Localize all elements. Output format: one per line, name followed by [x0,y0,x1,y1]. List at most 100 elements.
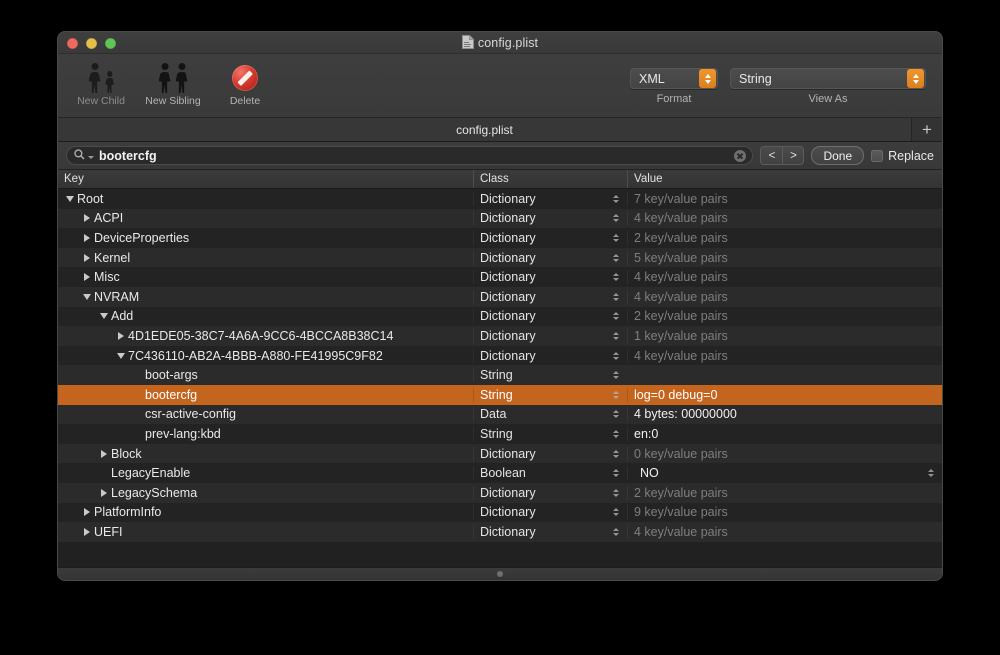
cell-class[interactable]: Dictionary [473,309,627,324]
table-row[interactable]: Misc Dictionary 4 key/value pairs [58,267,942,287]
class-stepper-icon[interactable] [613,488,619,497]
cell-class[interactable]: Dictionary [473,250,627,265]
window-resize-strip[interactable] [58,567,942,580]
cell-class[interactable]: Dictionary [473,328,627,343]
table-row[interactable]: csr-active-config Data 4 bytes: 00000000 [58,404,942,425]
cell-value[interactable]: 4 key/value pairs [627,289,942,304]
cell-value[interactable]: 4 key/value pairs [627,211,942,226]
class-stepper-icon[interactable] [613,351,619,360]
cell-value[interactable]: 4 key/value pairs [627,270,942,285]
clear-circle-icon[interactable] [734,149,747,162]
cell-value[interactable]: 7 key/value pairs [627,191,942,206]
disclosure-triangle-open-icon[interactable] [64,195,75,202]
cell-class[interactable]: Data [473,407,627,422]
disclosure-triangle-closed-icon[interactable] [98,488,109,497]
class-stepper-icon[interactable] [613,292,619,301]
table-row[interactable]: boot-args String [58,365,942,385]
cell-class[interactable]: String [473,387,627,402]
class-stepper-icon[interactable] [613,214,619,223]
cell-value[interactable]: en:0 [627,426,942,441]
table-row[interactable]: bootercfg String log=0 debug=0 [58,384,942,405]
table-row[interactable]: Root Dictionary 7 key/value pairs [58,189,942,209]
class-stepper-icon[interactable] [613,312,619,321]
class-stepper-icon[interactable] [613,253,619,262]
table-row[interactable]: NVRAM Dictionary 4 key/value pairs [58,286,942,307]
new-child-button[interactable]: New Child [66,57,136,107]
search-field[interactable]: bootercfg [66,146,754,165]
table-row[interactable]: Add Dictionary 2 key/value pairs [58,306,942,327]
table-row[interactable]: UEFI Dictionary 4 key/value pairs [58,522,942,542]
done-button[interactable]: Done [811,146,865,165]
class-stepper-icon[interactable] [613,273,619,282]
cell-value[interactable]: 4 bytes: 00000000 [627,407,942,422]
cell-value[interactable]: log=0 debug=0 [627,387,942,402]
class-stepper-icon[interactable] [613,527,619,536]
disclosure-triangle-closed-icon[interactable] [81,273,92,282]
cell-class[interactable]: String [473,426,627,441]
cell-value[interactable]: NO [627,466,942,481]
cell-value[interactable]: 2 key/value pairs [627,485,942,500]
delete-button[interactable]: Delete [210,57,280,107]
cell-value[interactable]: 5 key/value pairs [627,250,942,265]
disclosure-triangle-closed-icon[interactable] [81,253,92,262]
table-row[interactable]: ACPI Dictionary 4 key/value pairs [58,208,942,229]
cell-class[interactable]: String [473,368,627,383]
table-row[interactable]: 7C436110-AB2A-4BBB-A880-FE41995C9F82 Dict… [58,345,942,366]
cell-class[interactable]: Boolean [473,466,627,481]
cell-class[interactable]: Dictionary [473,230,627,245]
plist-tree-table[interactable]: Root Dictionary 7 key/value pairs ACPI Dicti… [58,189,942,551]
class-stepper-icon[interactable] [613,331,619,340]
cell-value[interactable]: 2 key/value pairs [627,230,942,245]
cell-value[interactable]: 2 key/value pairs [627,309,942,324]
class-stepper-icon[interactable] [613,469,619,478]
column-header-key[interactable]: Key [58,170,473,188]
table-row[interactable]: LegacyEnable Boolean NO [58,463,942,483]
value-stepper-icon[interactable] [928,469,934,478]
table-row[interactable]: prev-lang:kbd String en:0 [58,424,942,444]
new-sibling-button[interactable]: New Sibling [138,57,208,107]
disclosure-triangle-closed-icon[interactable] [81,233,92,242]
find-previous-button[interactable]: < [761,147,783,164]
class-stepper-icon[interactable] [613,371,619,380]
cell-class[interactable]: Dictionary [473,191,627,206]
cell-value[interactable]: 4 key/value pairs [627,524,942,539]
disclosure-triangle-closed-icon[interactable] [81,214,92,223]
find-next-button[interactable]: > [782,147,804,164]
cell-class[interactable]: Dictionary [473,524,627,539]
table-row[interactable]: LegacySchema Dictionary 2 key/value pairs [58,482,942,503]
cell-class[interactable]: Dictionary [473,211,627,226]
table-row[interactable]: Block Dictionary 0 key/value pairs [58,443,942,464]
cell-class[interactable]: Dictionary [473,348,627,363]
disclosure-triangle-closed-icon[interactable] [81,527,92,536]
column-header-class[interactable]: Class [473,170,627,188]
disclosure-triangle-closed-icon[interactable] [115,331,126,340]
class-stepper-icon[interactable] [613,390,619,399]
chevron-down-icon[interactable] [88,155,94,159]
table-row[interactable]: 4D1EDE05-38C7-4A6A-9CC6-4BCCA8B38C14 Dict… [58,326,942,346]
table-row[interactable]: DeviceProperties Dictionary 2 key/value pa… [58,228,942,248]
view-as-popup-button[interactable]: String [730,68,926,89]
cell-class[interactable]: Dictionary [473,485,627,500]
format-popup-button[interactable]: XML [630,68,718,89]
cell-class[interactable]: Dictionary [473,270,627,285]
class-stepper-icon[interactable] [613,449,619,458]
resize-grip-dot-icon[interactable] [497,571,503,577]
table-row[interactable]: Kernel Dictionary 5 key/value pairs [58,247,942,268]
table-row[interactable]: PlatformInfo Dictionary 9 key/value pairs [58,502,942,523]
disclosure-triangle-open-icon[interactable] [115,352,126,359]
cell-value[interactable]: 0 key/value pairs [627,446,942,461]
class-stepper-icon[interactable] [613,233,619,242]
class-stepper-icon[interactable] [613,429,619,438]
class-stepper-icon[interactable] [613,508,619,517]
disclosure-triangle-closed-icon[interactable] [81,508,92,517]
column-header-value[interactable]: Value [627,170,942,188]
class-stepper-icon[interactable] [613,410,619,419]
search-input-value[interactable]: bootercfg [99,149,734,163]
cell-class[interactable]: Dictionary [473,289,627,304]
replace-checkbox[interactable]: Replace [871,149,934,163]
disclosure-triangle-closed-icon[interactable] [98,449,109,458]
class-stepper-icon[interactable] [613,194,619,203]
cell-value[interactable]: 9 key/value pairs [627,505,942,520]
cell-value[interactable]: 1 key/value pairs [627,328,942,343]
cell-class[interactable]: Dictionary [473,505,627,520]
